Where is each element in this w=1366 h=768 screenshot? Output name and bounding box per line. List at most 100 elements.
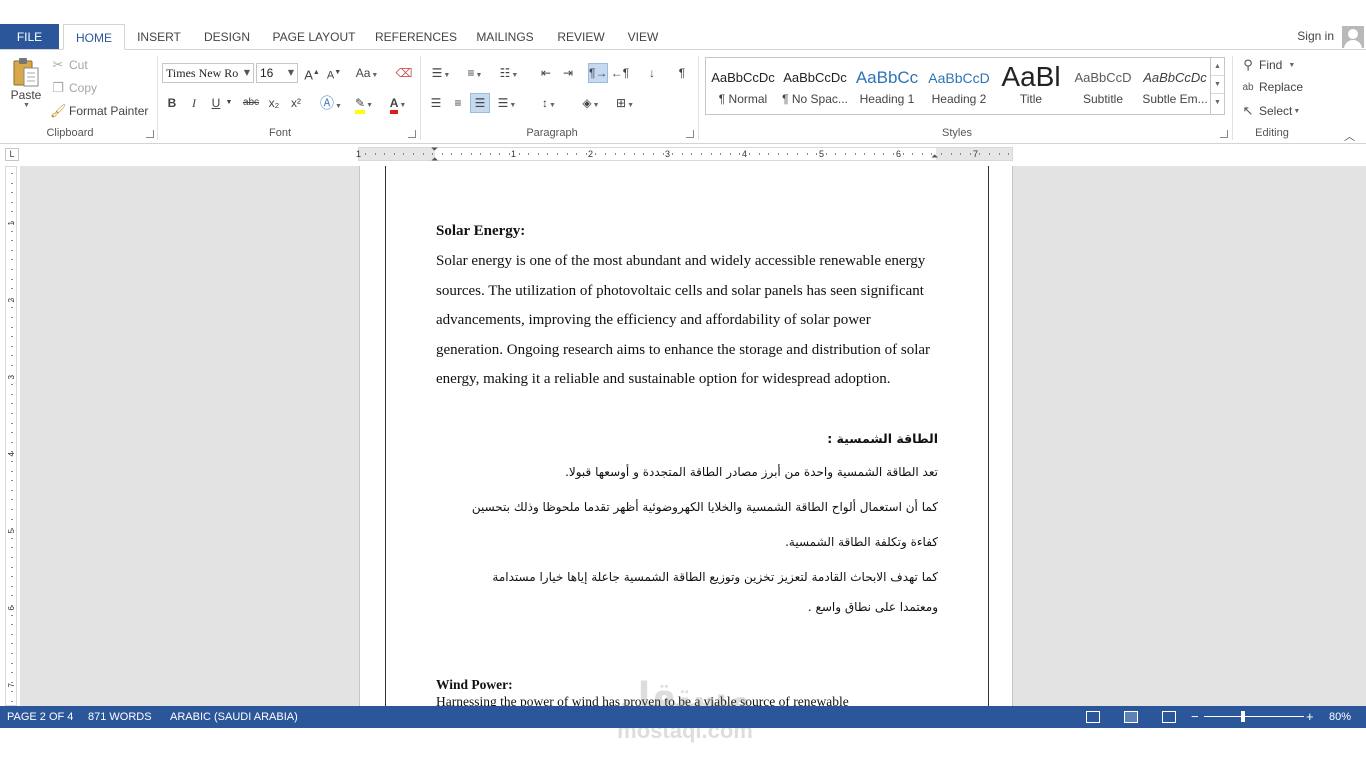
paragraph-launcher-icon[interactable] bbox=[686, 130, 694, 138]
subscript-button[interactable]: x₂ bbox=[264, 93, 284, 113]
change-case-button[interactable]: Aa▼ bbox=[352, 63, 382, 83]
document-page[interactable]: Solar Energy: Solar energy is one of the… bbox=[359, 166, 1013, 706]
style-subtitle[interactable]: AaBbCcD Subtitle bbox=[1067, 60, 1139, 112]
read-mode-icon[interactable] bbox=[1086, 711, 1100, 723]
styles-launcher-icon[interactable] bbox=[1220, 130, 1228, 138]
word-count-status[interactable]: 871 WORDS bbox=[88, 706, 152, 728]
align-center-button[interactable]: ≡ bbox=[448, 93, 468, 113]
ruler-tick bbox=[11, 499, 13, 501]
clear-formatting-button[interactable]: ⌫ bbox=[394, 63, 414, 83]
ruler-tick bbox=[777, 153, 779, 155]
print-layout-icon[interactable] bbox=[1124, 711, 1138, 723]
tab-insert[interactable]: INSERT bbox=[132, 24, 186, 50]
tab-page-layout[interactable]: PAGE LAYOUT bbox=[268, 24, 360, 50]
ruler-tick bbox=[720, 153, 722, 155]
paste-dropdown-icon[interactable]: ▼ bbox=[23, 102, 30, 109]
select-button[interactable]: ↖ Select ▼ bbox=[1240, 103, 1301, 119]
tab-references[interactable]: REFERENCES bbox=[374, 24, 458, 50]
shading-button[interactable]: ◈▼ bbox=[576, 93, 606, 113]
ruler-tick bbox=[509, 153, 510, 155]
numbering-button[interactable]: ≡▼ bbox=[460, 63, 490, 83]
decrease-indent-button[interactable]: ⇤ bbox=[536, 63, 556, 83]
bold-button[interactable]: B bbox=[162, 93, 182, 113]
sort-button[interactable]: ↓ bbox=[642, 63, 662, 83]
zoom-level[interactable]: 80% bbox=[1329, 706, 1351, 728]
font-launcher-icon[interactable] bbox=[408, 130, 416, 138]
zoom-in-button[interactable]: + bbox=[1306, 706, 1314, 728]
underline-dropdown-icon[interactable]: ▼ bbox=[224, 93, 234, 113]
zoom-out-button[interactable]: − bbox=[1191, 706, 1199, 728]
underline-button[interactable]: U bbox=[206, 93, 226, 113]
ruler-tick bbox=[393, 153, 395, 155]
user-avatar-icon[interactable] bbox=[1342, 26, 1364, 48]
font-color-button[interactable]: A▼ bbox=[382, 93, 414, 114]
grow-font-button[interactable]: A▲ bbox=[302, 63, 322, 83]
hanging-indent-marker-icon[interactable]: ⏶ bbox=[431, 154, 438, 165]
style-normal[interactable]: AaBbCcDc ¶ Normal bbox=[707, 60, 779, 112]
ruler-tick bbox=[537, 153, 539, 155]
more-styles-icon[interactable]: ▼ bbox=[1211, 94, 1224, 112]
chevron-down-icon: ▼ bbox=[243, 68, 250, 77]
align-right-button[interactable]: ☰ bbox=[470, 93, 490, 113]
borders-button[interactable]: ⊞▼ bbox=[610, 93, 640, 113]
align-left-button[interactable]: ☰ bbox=[426, 93, 446, 113]
strikethrough-button[interactable]: abc bbox=[240, 93, 262, 113]
ruler-tick bbox=[11, 528, 13, 530]
style-heading-2[interactable]: AaBbCcD Heading 2 bbox=[923, 60, 995, 112]
shrink-font-button[interactable]: A▼ bbox=[324, 63, 344, 83]
style-heading-1[interactable]: AaBbCc Heading 1 bbox=[851, 60, 923, 112]
tab-mailings[interactable]: MAILINGS bbox=[470, 24, 540, 50]
style-subtle-emphasis[interactable]: AaBbCcDc Subtle Em... bbox=[1139, 60, 1211, 112]
web-layout-icon[interactable] bbox=[1162, 711, 1176, 723]
italic-button[interactable]: I bbox=[184, 93, 204, 113]
tab-design[interactable]: DESIGN bbox=[199, 24, 255, 50]
show-marks-button[interactable]: ¶ bbox=[672, 63, 692, 83]
format-painter-button[interactable]: 🖌 Format Painter bbox=[50, 103, 148, 119]
cut-button[interactable]: ✂ Cut bbox=[50, 57, 88, 73]
rtl-direction-button[interactable]: ←¶ bbox=[610, 63, 630, 83]
ruler-tick bbox=[422, 153, 424, 155]
document-area[interactable]: Solar Energy: Solar energy is one of the… bbox=[20, 166, 1366, 706]
font-size-combo[interactable]: 16 ▼ bbox=[256, 63, 298, 83]
ruler-tick bbox=[11, 288, 13, 290]
bullets-button[interactable]: ☰▼ bbox=[426, 63, 456, 83]
style-preview: AaBbCc bbox=[855, 68, 919, 87]
collapse-ribbon-icon[interactable]: ︿ bbox=[1344, 128, 1355, 144]
tab-selector[interactable]: L bbox=[5, 148, 19, 161]
style-no-spacing[interactable]: AaBbCcDc ¶ No Spac... bbox=[779, 60, 851, 112]
ltr-direction-button[interactable]: ¶→ bbox=[588, 63, 608, 83]
scroll-up-icon[interactable]: ▲ bbox=[1211, 58, 1224, 76]
ruler-tick bbox=[969, 153, 971, 155]
tab-review[interactable]: REVIEW bbox=[552, 24, 610, 50]
ruler-tick bbox=[749, 153, 750, 155]
font-name-combo[interactable]: Times New Ro ▼ bbox=[162, 63, 254, 83]
zoom-slider-thumb[interactable] bbox=[1241, 711, 1245, 722]
styles-gallery: AaBbCcDc ¶ Normal AaBbCcDc ¶ No Spac... … bbox=[705, 57, 1225, 115]
style-title[interactable]: AaBl Title bbox=[995, 60, 1067, 112]
language-status[interactable]: ARABIC (SAUDI ARABIA) bbox=[170, 706, 298, 728]
line-spacing-button[interactable]: ↕▼ bbox=[534, 93, 564, 113]
page-count-status[interactable]: PAGE 2 OF 4 bbox=[7, 706, 73, 728]
justify-button[interactable]: ☰▼ bbox=[492, 93, 522, 113]
clipboard-launcher-icon[interactable] bbox=[146, 130, 154, 138]
superscript-button[interactable]: x² bbox=[286, 93, 306, 113]
replace-button[interactable]: ab Replace bbox=[1240, 80, 1303, 94]
vertical-ruler[interactable]: 1 2 3 4 5 6 7 bbox=[5, 166, 17, 706]
multilevel-list-button[interactable]: ☷▼ bbox=[494, 63, 524, 83]
style-label: Subtle Em... bbox=[1142, 92, 1208, 106]
styles-gallery-scroll[interactable]: ▲ ▼ ▼ bbox=[1210, 58, 1224, 114]
scroll-down-icon[interactable]: ▼ bbox=[1211, 76, 1224, 94]
sign-in-link[interactable]: Sign in bbox=[1297, 29, 1334, 43]
text-effects-button[interactable]: Ⓐ▼ bbox=[316, 93, 346, 113]
tab-file[interactable]: FILE bbox=[0, 24, 59, 50]
highlight-color-button[interactable]: ✎▼ bbox=[348, 93, 380, 114]
horizontal-ruler[interactable]: 1 1 2 3 4 5 6 7 ⏷ ⏶ ⏶ bbox=[356, 144, 1013, 164]
paste-button[interactable]: Paste ▼ bbox=[8, 56, 44, 122]
copy-button[interactable]: ❐ Copy bbox=[50, 80, 97, 96]
ruler-tick bbox=[11, 605, 13, 606]
increase-indent-button[interactable]: ⇥ bbox=[558, 63, 578, 83]
zoom-slider-track[interactable] bbox=[1204, 716, 1304, 717]
find-button[interactable]: ⚲ Find ▼ bbox=[1240, 57, 1295, 73]
tab-home[interactable]: HOME bbox=[63, 24, 125, 50]
tab-view[interactable]: VIEW bbox=[622, 24, 664, 50]
